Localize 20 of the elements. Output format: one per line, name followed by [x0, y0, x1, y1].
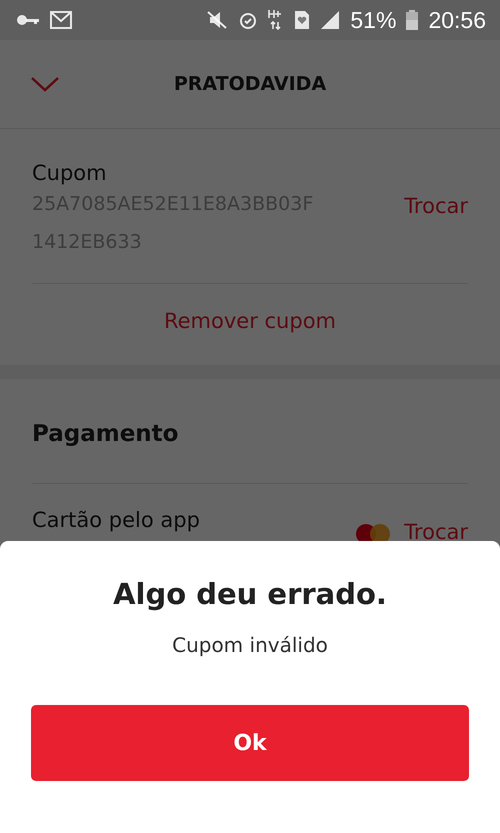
change-link[interactable]: Trocar — [404, 520, 468, 544]
sim-card-icon — [294, 10, 310, 30]
payment-method: Cartão pelo app — [32, 508, 201, 532]
app-title: PRATODAVIDA — [174, 73, 326, 95]
payment-heading: Pagamento — [32, 420, 180, 449]
signal-icon — [320, 10, 340, 30]
mute-icon — [206, 10, 228, 30]
alarm-icon — [238, 10, 258, 30]
battery-icon — [406, 10, 418, 30]
change-link[interactable]: Trocar — [404, 194, 468, 218]
ok-button[interactable]: Ok — [31, 705, 469, 781]
mail-icon — [50, 11, 72, 29]
remove-coupon-link[interactable]: Remover cupom — [164, 309, 336, 333]
coupon-label: Cupom — [32, 161, 108, 185]
chevron-down-icon[interactable] — [30, 76, 60, 92]
dialog-title: Algo deu errado. — [113, 577, 387, 611]
clock: 20:56 — [428, 6, 486, 34]
dialog-message: Cupom inválido — [172, 633, 328, 657]
battery-percent: 51% — [350, 6, 396, 34]
key-icon — [16, 14, 40, 26]
